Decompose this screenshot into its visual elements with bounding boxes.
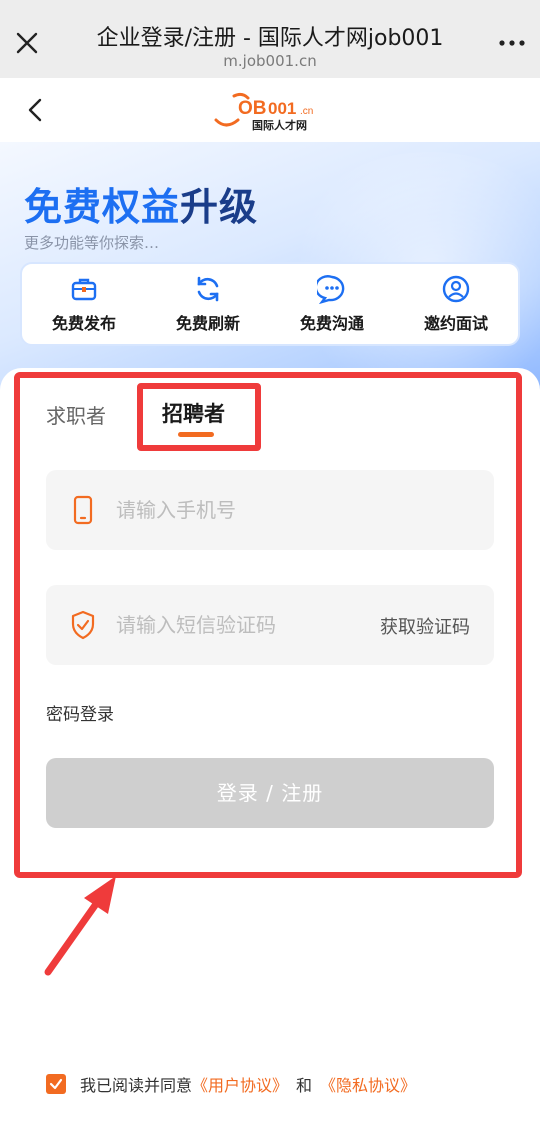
browser-title-bar: 企业登录/注册 - 国际人才网job001 m.job001.cn bbox=[0, 0, 540, 78]
chat-icon bbox=[317, 275, 345, 304]
svg-text:OB: OB bbox=[238, 98, 267, 119]
banner-headline: 免费权益升级 bbox=[24, 185, 259, 229]
agreement-and: 和 bbox=[296, 1076, 313, 1095]
job001-logo: OB 001 .cn 国际人才网 bbox=[214, 92, 313, 132]
user-circle-icon bbox=[442, 275, 470, 303]
feature-strip: 免费发布 免费刷新 免费沟通 邀约面试 bbox=[20, 262, 520, 346]
page-header: OB 001 .cn 国际人才网 bbox=[0, 78, 540, 142]
svg-text:001: 001 bbox=[268, 99, 296, 118]
feature-free-post[interactable]: 免费发布 bbox=[29, 274, 139, 334]
checkmark-icon bbox=[49, 1078, 63, 1090]
agreement-checkbox[interactable] bbox=[46, 1074, 66, 1094]
window-title: 企业登录/注册 - 国际人才网job001 bbox=[96, 26, 444, 51]
back-arrow-icon[interactable] bbox=[22, 96, 50, 124]
highlight-box-recruiter-tab bbox=[137, 383, 261, 451]
refresh-icon bbox=[197, 276, 219, 302]
briefcase-icon bbox=[71, 278, 97, 301]
svg-text:国际人才网: 国际人才网 bbox=[252, 118, 307, 132]
annotation-arrow-icon bbox=[44, 876, 116, 976]
more-options-icon[interactable] bbox=[498, 30, 526, 56]
user-agreement-link[interactable]: 《用户协议》 bbox=[192, 1072, 288, 1096]
highlight-box-login-area bbox=[14, 372, 522, 878]
agreement-row: 我已阅读并同意 《用户协议》 和 《隐私协议》 bbox=[46, 1072, 416, 1096]
svg-text:.cn: .cn bbox=[300, 106, 313, 117]
banner-subtitle: 更多功能等你探索… bbox=[24, 234, 160, 252]
privacy-policy-link[interactable]: 《隐私协议》 bbox=[320, 1072, 416, 1096]
close-icon[interactable] bbox=[14, 30, 40, 56]
feature-free-chat[interactable]: 免费沟通 bbox=[277, 274, 387, 334]
feature-invite-interview[interactable]: 邀约面试 bbox=[401, 274, 511, 334]
agreement-prefix: 我已阅读并同意 bbox=[80, 1076, 193, 1095]
feature-free-refresh[interactable]: 免费刷新 bbox=[153, 274, 263, 334]
window-url: m.job001.cn bbox=[223, 52, 317, 70]
